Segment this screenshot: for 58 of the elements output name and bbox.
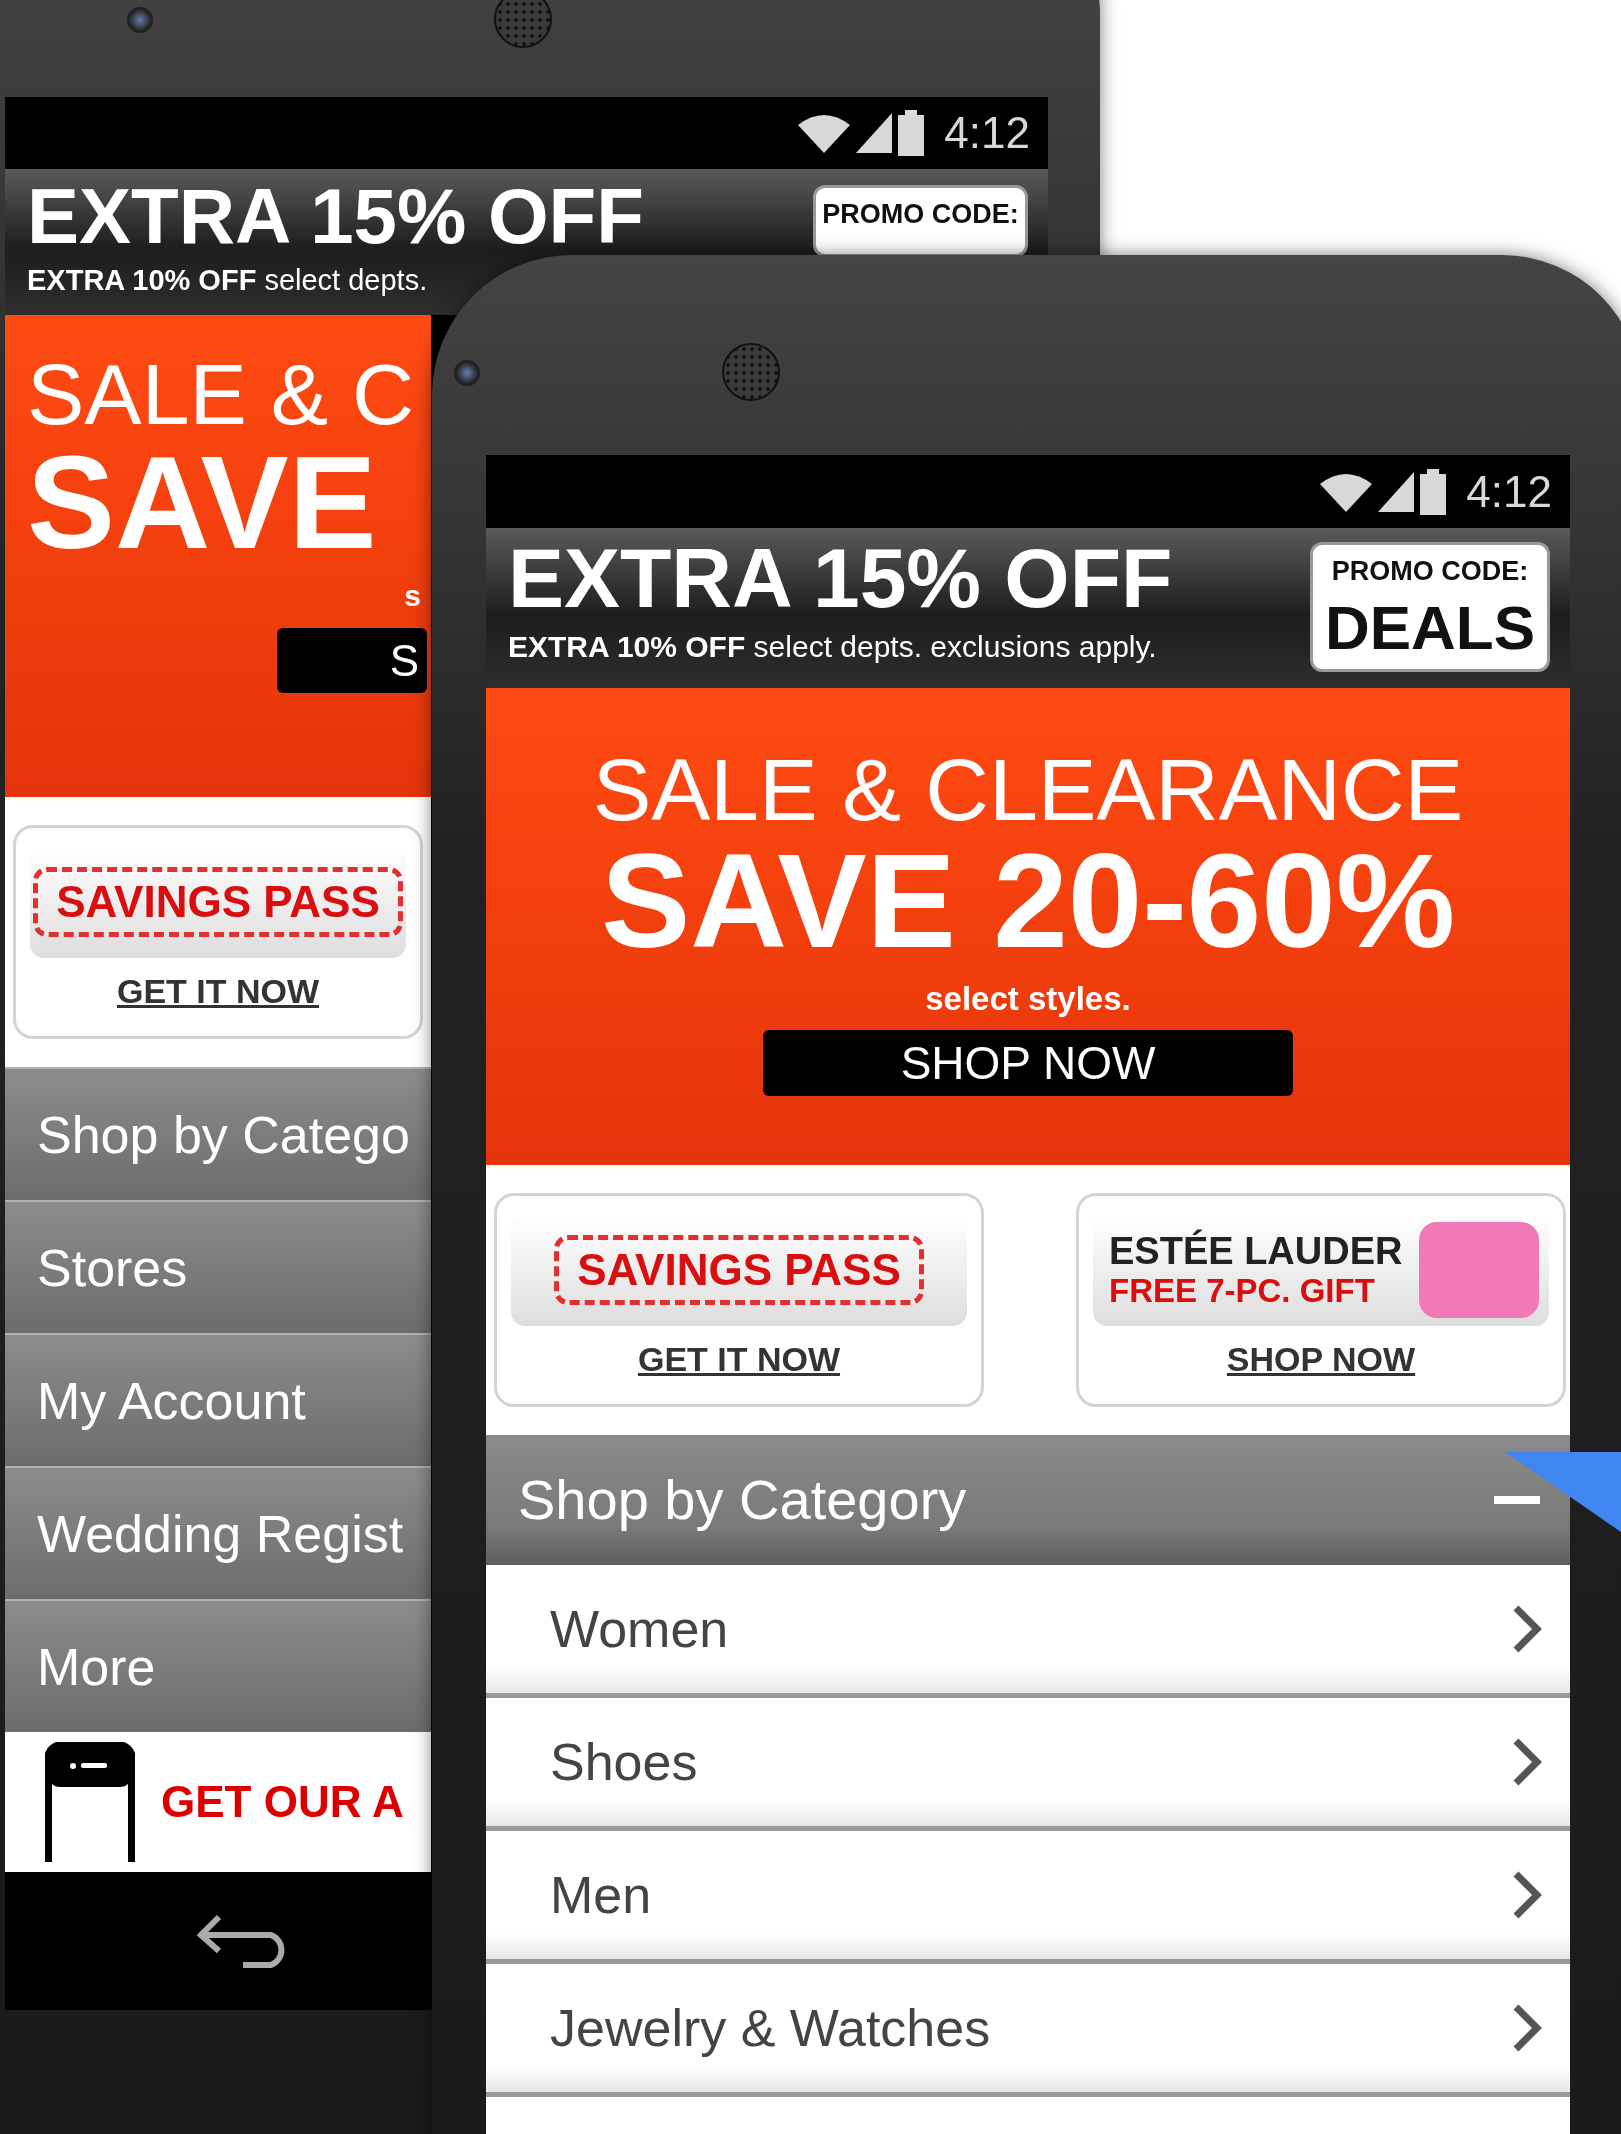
savings-pass-title: SAVINGS PASS — [33, 866, 403, 938]
brand-name: ESTÉE LAUDER — [1109, 1230, 1403, 1273]
wifi-icon — [1320, 471, 1373, 512]
clock-time: 4:12 — [944, 107, 1030, 159]
category-label: Women — [550, 1599, 729, 1660]
category-header[interactable]: Shop by Category — [486, 1435, 1570, 1565]
phone-icon — [45, 1742, 135, 1862]
promo-code: DEALS — [1323, 591, 1537, 663]
hero-banner[interactable]: SALE & C SAVE s S — [5, 315, 431, 797]
gift-offer: FREE 7-PC. GIFT — [1109, 1272, 1376, 1310]
chevron-right-icon — [1512, 2003, 1542, 2053]
category-label: Shoes — [550, 1732, 698, 1793]
menu-item[interactable]: My Account — [5, 1333, 431, 1466]
category-title: Shop by Category — [518, 1467, 967, 1533]
chevron-right-icon — [1512, 1604, 1542, 1654]
category-label: Men — [550, 1865, 652, 1926]
camera-lens-icon — [127, 7, 153, 33]
battery-icon — [1420, 468, 1447, 515]
promo-code-label: PROMO CODE: — [821, 197, 1020, 231]
tile-link[interactable]: GET IT NOW — [637, 1334, 841, 1385]
promo-tile[interactable]: SAVINGS PASS GET IT NOW — [13, 825, 423, 1039]
promo-tile[interactable]: SAVINGS PASS GET IT NOW — [494, 1193, 984, 1407]
promo-subline: EXTRA 10% OFF select depts. — [27, 262, 429, 298]
tile-link[interactable]: SHOP NOW — [1226, 1334, 1416, 1385]
hero-note: s — [404, 578, 421, 614]
speaker-grille-icon — [494, 0, 552, 48]
hero-title: SALE & CLEARANCE — [592, 746, 1464, 834]
promo-headline: EXTRA 15% OFF — [508, 536, 1173, 620]
promo-headline: EXTRA 15% OFF — [27, 176, 644, 255]
menu-item[interactable]: More — [5, 1599, 431, 1732]
savings-pass-title: SAVINGS PASS — [554, 1234, 924, 1306]
menu-item[interactable]: Stores — [5, 1200, 431, 1333]
speaker-grille-icon — [722, 343, 780, 401]
hero-note: select styles. — [925, 979, 1131, 1019]
menu-item[interactable]: Wedding Regist — [5, 1466, 431, 1599]
signal-icon — [856, 113, 893, 153]
hero-title: SALE & C — [27, 351, 416, 437]
shop-now-button[interactable]: SHOP NOW — [763, 1029, 1293, 1097]
category-label: Jewelry & Watches — [550, 1998, 991, 2059]
clock-time: 4:12 — [1466, 465, 1552, 518]
wifi-icon — [798, 113, 851, 153]
camera-lens-icon — [454, 360, 480, 386]
shop-now-button[interactable]: S — [277, 628, 427, 694]
promo-banner[interactable]: EXTRA 15% OFF EXTRA 10% OFF select depts. exclusions apply. PROMO CODE: DEALS — [486, 528, 1570, 688]
promo-subline: EXTRA 10% OFF select depts. exclusions apply. — [508, 629, 1158, 665]
menu-item[interactable]: Shop by Catego — [5, 1067, 431, 1200]
promo-tile[interactable]: ESTÉE LAUDER FREE 7-PC. GIFT SHOP NOW — [1076, 1193, 1566, 1407]
app-banner[interactable]: GET OUR A — [5, 1732, 431, 1872]
hero-discount: SAVE 20-60% — [600, 834, 1456, 968]
promo-code-label: PROMO CODE: — [1330, 555, 1530, 588]
chevron-right-icon — [1512, 1870, 1542, 1920]
tile-link[interactable]: GET IT NOW — [116, 966, 320, 1017]
signal-icon — [1378, 471, 1415, 512]
app-banner-text: GET OUR A — [161, 1776, 404, 1828]
battery-icon — [898, 110, 925, 156]
chevron-right-icon — [1512, 1737, 1542, 1787]
hero-banner[interactable]: SALE & CLEARANCE SAVE 20-60% select styles. SHOP NOW — [486, 688, 1570, 1165]
hero-discount: SAVE — [27, 437, 378, 569]
